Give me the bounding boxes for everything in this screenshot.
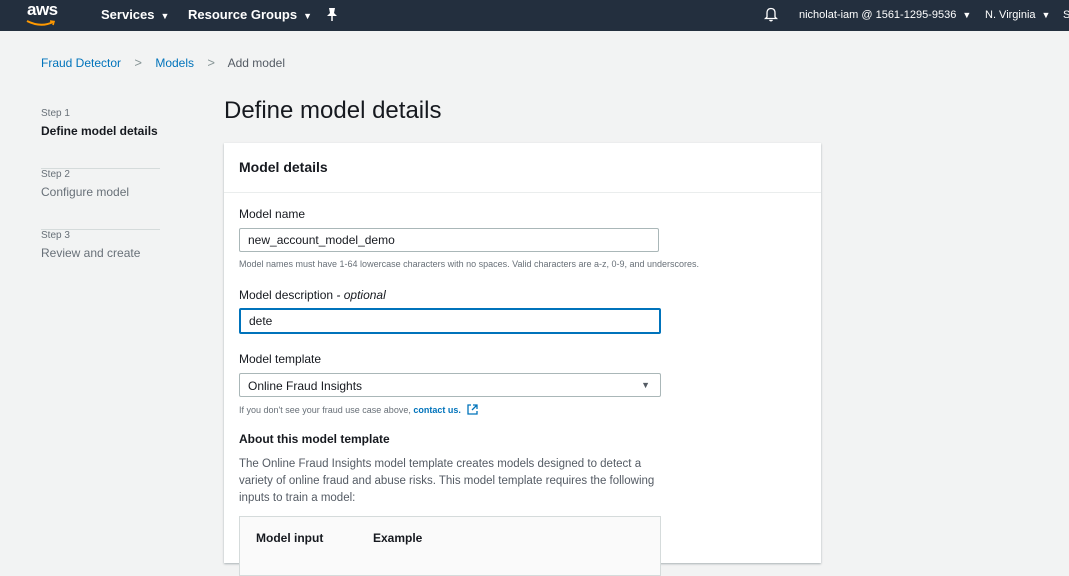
chevron-down-icon: ▼ — [160, 11, 170, 21]
services-label: Services — [101, 7, 155, 22]
wizard-steps: Step 1 Define model details Step 2 Confi… — [41, 108, 161, 291]
contact-hint: If you don't see your fraud use case abo… — [239, 404, 479, 415]
resource-groups-label: Resource Groups — [188, 7, 298, 22]
pin-icon[interactable] — [325, 6, 339, 22]
step-number: Step 1 — [41, 108, 70, 119]
aws-logo-text: aws — [27, 0, 58, 19]
model-input-table: Model input Example — [239, 516, 661, 576]
table-header-model-input: Model input — [256, 531, 324, 545]
region-label: N. Virginia — [985, 9, 1036, 21]
breadcrumb-add-model: Add model — [227, 56, 285, 70]
breadcrumb-separator-icon: > — [207, 55, 215, 70]
model-description-label-text: Model description — [239, 288, 334, 302]
contact-hint-text: If you don't see your fraud use case abo… — [239, 405, 411, 415]
aws-smile-icon — [26, 20, 56, 26]
about-template-description: The Online Fraud Insights model template… — [239, 458, 655, 504]
chevron-down-icon: ▼ — [303, 11, 313, 21]
external-link-icon[interactable] — [467, 404, 479, 415]
model-description-input[interactable] — [239, 308, 661, 334]
step-title: Define model details — [41, 124, 158, 138]
chevron-down-icon: ▼ — [962, 10, 972, 20]
breadcrumb-models[interactable]: Models — [155, 56, 194, 70]
model-name-label: Model name — [239, 207, 306, 221]
about-template-heading: About this model template — [239, 432, 390, 446]
services-menu[interactable]: Services ▼ — [101, 7, 169, 22]
region-menu[interactable]: N. Virginia ▼ — [985, 9, 1050, 21]
model-name-input[interactable] — [239, 228, 659, 252]
step-number: Step 3 — [41, 230, 70, 241]
card-header: Model details — [224, 143, 821, 193]
step-1: Step 1 Define model details — [41, 108, 161, 169]
model-description-label: Model description - optional — [239, 288, 386, 302]
table-header-example: Example — [373, 531, 423, 545]
breadcrumb: Fraud Detector > Models > Add model — [41, 55, 285, 70]
aws-logo[interactable]: aws — [24, 0, 64, 31]
top-navigation-bar: aws Services ▼ Resource Groups ▼ nicholat-… — [0, 0, 1069, 31]
model-template-value: Online Fraud Insights — [248, 379, 363, 393]
account-label: nicholat-iam @ 1561-1295-9536 — [799, 9, 957, 21]
card-title: Model details — [239, 159, 328, 175]
step-2: Step 2 Configure model — [41, 169, 161, 230]
caret-down-icon: ▼ — [641, 380, 650, 390]
model-template-label: Model template — [239, 352, 322, 366]
contact-us-link[interactable]: contact us. — [413, 405, 461, 415]
step-title: Review and create — [41, 246, 141, 260]
optional-tag: - optional — [336, 288, 386, 302]
account-menu[interactable]: nicholat-iam @ 1561-1295-9536 ▼ — [799, 9, 971, 21]
chevron-down-icon: ▼ — [1041, 10, 1051, 20]
breadcrumb-separator-icon: > — [134, 55, 142, 70]
breadcrumb-fraud-detector[interactable]: Fraud Detector — [41, 56, 121, 70]
step-number: Step 2 — [41, 169, 70, 180]
step-3: Step 3 Review and create — [41, 230, 161, 291]
resource-groups-menu[interactable]: Resource Groups ▼ — [188, 7, 312, 22]
model-details-card: Model details Model name Model names mus… — [224, 143, 821, 576]
bell-icon[interactable] — [764, 6, 778, 22]
support-menu-fragment[interactable]: S — [1063, 9, 1069, 21]
model-template-select[interactable]: Online Fraud Insights ▼ — [239, 373, 661, 397]
step-title: Configure model — [41, 185, 130, 199]
page-title: Define model details — [224, 97, 442, 124]
model-name-hint: Model names must have 1-64 lowercase cha… — [239, 259, 700, 269]
